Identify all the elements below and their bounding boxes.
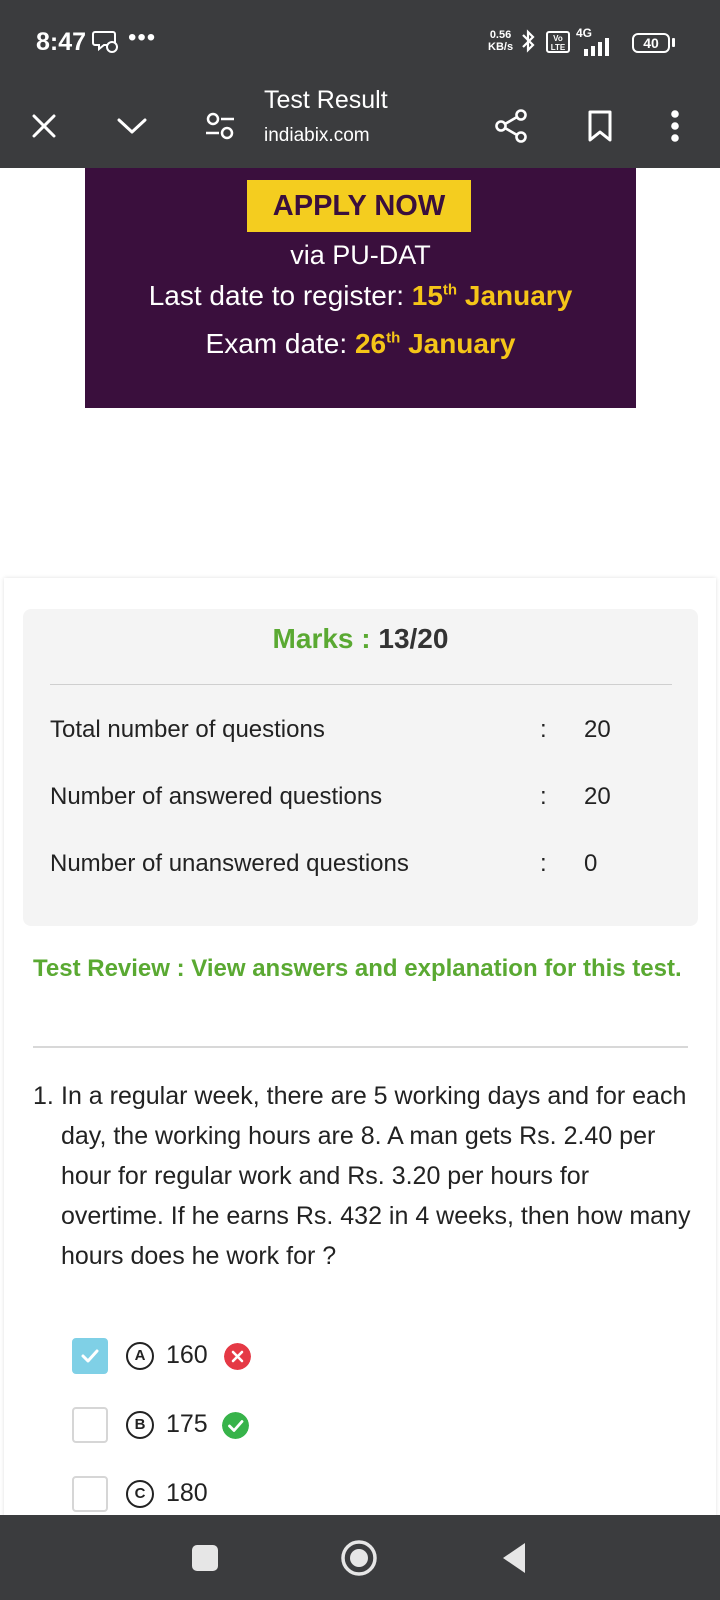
- option-value: 175: [166, 1410, 208, 1438]
- summary-row-label: Number of answered questions: [50, 783, 383, 810]
- marks-heading: Marks : 13/20: [23, 623, 698, 655]
- register-day: 15: [411, 280, 443, 311]
- summary-row-value: 20: [584, 783, 611, 810]
- summary-row-label: Number of unanswered questions: [50, 850, 409, 877]
- exam-label: Exam date:: [205, 328, 348, 359]
- option-checkbox[interactable]: [72, 1476, 108, 1512]
- home-icon[interactable]: [340, 1539, 378, 1577]
- marks-label: Marks :: [272, 623, 371, 654]
- result-summary: Marks : 13/20 Total number of questions …: [23, 609, 698, 926]
- status-more-dots: •••: [128, 24, 157, 51]
- option-a[interactable]: A 160: [72, 1338, 372, 1376]
- tune-icon: [206, 112, 234, 140]
- wrong-answer-icon: [224, 1343, 251, 1370]
- summary-row-value: 0: [584, 850, 598, 877]
- more-vertical-icon: [671, 110, 679, 142]
- page-title: Test Result: [264, 86, 388, 114]
- share-button[interactable]: [490, 84, 534, 168]
- summary-row-unanswered: Number of unanswered questions : 0: [50, 850, 672, 878]
- ad-banner[interactable]: APPLY NOW via PU-DAT Last date to regist…: [85, 168, 636, 408]
- network-speed-value: 0.56: [489, 29, 512, 41]
- register-date: 15th January: [412, 280, 573, 311]
- recents-icon[interactable]: [192, 1545, 218, 1571]
- more-options-button[interactable]: [660, 84, 690, 168]
- close-button[interactable]: [22, 84, 66, 168]
- summary-row-colon: :: [540, 783, 547, 810]
- review-divider: [33, 1046, 688, 1048]
- summary-row-answered: Number of answered questions : 20: [50, 783, 672, 811]
- status-bar: 8:47 ••• 0.56 KB/s Vo LTE 4G 40: [0, 0, 720, 84]
- option-value: 180: [166, 1479, 208, 1507]
- summary-row-colon: :: [540, 716, 547, 743]
- summary-divider: [50, 684, 672, 685]
- marks-value: 13/20: [378, 623, 449, 654]
- volte-badge: Vo LTE: [546, 31, 570, 53]
- expand-button[interactable]: [110, 84, 154, 168]
- register-label: Last date to register:: [148, 280, 404, 311]
- test-review-link[interactable]: Test Review : View answers and explanati…: [33, 953, 683, 985]
- signal-icon: [584, 38, 609, 56]
- battery-indicator: 40: [632, 33, 670, 53]
- back-icon[interactable]: [500, 1541, 528, 1575]
- page-domain: indiabix.com: [264, 125, 370, 146]
- question-text: In a regular week, there are 5 working d…: [61, 1082, 691, 1270]
- register-month: January: [464, 280, 573, 311]
- check-icon: [81, 1349, 99, 1363]
- question-number: 1.: [33, 1082, 54, 1110]
- option-c[interactable]: C 180: [72, 1476, 372, 1514]
- summary-row-label: Total number of questions: [50, 716, 325, 743]
- network-speed-unit: KB/s: [488, 41, 514, 53]
- page-settings-button[interactable]: [200, 84, 240, 168]
- exam-day: 26: [354, 328, 387, 359]
- bookmark-button[interactable]: [580, 84, 620, 168]
- option-checkbox[interactable]: [72, 1407, 108, 1443]
- option-letter: B: [126, 1411, 154, 1439]
- battery-tip: [672, 38, 675, 47]
- network-speed: 0.56 KB/s: [488, 29, 513, 53]
- chevron-down-icon: [117, 118, 147, 134]
- banner-via: via PU-DAT: [290, 240, 431, 270]
- exam-day-suffix: th: [386, 329, 401, 347]
- option-letter: A: [126, 1342, 154, 1370]
- summary-row-total: Total number of questions : 20: [50, 716, 672, 744]
- system-nav-bar: [0, 1515, 720, 1600]
- correct-answer-icon: [222, 1412, 249, 1439]
- bluetooth-icon: [522, 29, 535, 53]
- register-day-suffix: th: [442, 281, 458, 299]
- option-letter: C: [126, 1480, 154, 1508]
- option-b[interactable]: B 175: [72, 1407, 372, 1445]
- apply-now-button[interactable]: APPLY NOW: [247, 180, 471, 232]
- option-checkbox[interactable]: [72, 1338, 108, 1374]
- exam-month: January: [408, 328, 516, 359]
- share-icon: [495, 109, 527, 143]
- summary-row-colon: :: [540, 850, 547, 877]
- banner-exam-line: Exam date: 26th January: [85, 328, 636, 360]
- banner-register-line: Last date to register: 15th January: [85, 280, 636, 312]
- bookmark-icon: [588, 110, 612, 142]
- chat-icon: [92, 31, 118, 53]
- summary-row-value: 20: [584, 716, 611, 743]
- status-time: 8:47: [36, 28, 87, 56]
- option-value: 160: [166, 1341, 208, 1369]
- exam-date: 26th January: [355, 328, 516, 359]
- close-icon: [32, 114, 56, 138]
